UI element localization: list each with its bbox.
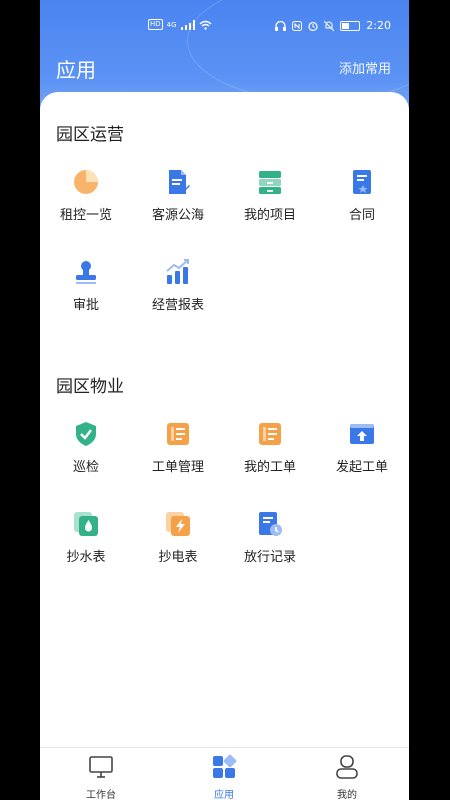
app-my-work-orders[interactable]: 我的工单: [224, 420, 316, 500]
monitor-icon: [89, 756, 113, 778]
app-inspection[interactable]: 巡检: [40, 420, 132, 500]
section-title-operations: 园区运营: [56, 125, 124, 145]
tab-label: 工作台: [86, 790, 116, 800]
work-order-icon: [167, 423, 189, 445]
battery-icon: [340, 20, 361, 31]
app-work-order-management[interactable]: 工单管理: [132, 420, 224, 500]
clock-document-icon: [259, 512, 282, 536]
phone-screen: HD 4G 2:20 应用 添加常用 园区运营 租控一览 客源公海 我的项目 合…: [40, 0, 409, 800]
pie-chart-icon: [74, 170, 98, 194]
app-water-meter[interactable]: 抄水表: [40, 510, 132, 590]
contract-icon: [353, 170, 371, 194]
section-title-property: 园区物业: [56, 377, 124, 397]
shield-check-icon: [76, 422, 96, 446]
tab-workbench[interactable]: 工作台: [56, 754, 146, 800]
app-label: 客源公海: [151, 208, 204, 223]
headset-icon: [275, 20, 287, 31]
app-label: 工单管理: [151, 460, 204, 475]
stamp-icon: [76, 261, 96, 284]
drawer-icon: [259, 171, 281, 194]
upload-window-icon: [350, 424, 374, 444]
mute-icon: [324, 20, 335, 31]
app-contract[interactable]: 合同: [316, 168, 408, 248]
status-time: 2:20: [366, 19, 391, 32]
app-release-records[interactable]: 放行记录: [224, 510, 316, 590]
tab-mine[interactable]: 我的: [302, 754, 392, 800]
app-label: 抄水表: [66, 550, 106, 565]
app-business-report[interactable]: 经营报表: [132, 258, 224, 338]
my-work-order-icon: [259, 423, 281, 445]
app-label: 我的项目: [243, 208, 296, 223]
app-label: 抄电表: [158, 550, 198, 565]
network-label: 4G: [166, 20, 177, 29]
app-label: 巡检: [72, 460, 99, 475]
hd-badge: HD: [148, 19, 163, 30]
app-customer-pool[interactable]: 客源公海: [132, 168, 224, 248]
user-icon: [336, 755, 358, 779]
apps-grid-icon: [213, 754, 237, 778]
tab-label: 我的: [337, 790, 357, 800]
app-label: 审批: [72, 298, 99, 313]
tab-apps[interactable]: 应用: [179, 754, 269, 800]
document-edit-icon: [169, 170, 190, 194]
tab-label: 应用: [214, 790, 234, 800]
nfc-icon: [292, 20, 303, 31]
app-my-projects[interactable]: 我的项目: [224, 168, 316, 248]
alarm-icon: [308, 21, 318, 31]
wifi-icon: [199, 20, 212, 30]
app-create-work-order[interactable]: 发起工单: [316, 420, 408, 500]
page-title: 应用: [56, 58, 96, 82]
app-label: 租控一览: [59, 208, 112, 223]
app-label: 合同: [348, 208, 375, 223]
add-common-button[interactable]: 添加常用: [339, 58, 391, 77]
signal-icon: [180, 19, 195, 30]
app-label: 发起工单: [335, 460, 388, 475]
app-rent-overview[interactable]: 租控一览: [40, 168, 132, 248]
status-bar: HD 4G 2:20: [40, 18, 409, 36]
app-label: 我的工单: [243, 460, 296, 475]
main-content: 园区运营 租控一览 客源公海 我的项目 合同 审批 经营报表 园区物业 巡检 工…: [40, 92, 409, 747]
app-label: 经营报表: [151, 298, 204, 313]
bar-chart-trend-icon: [166, 259, 189, 284]
water-drop-icon: [74, 512, 98, 536]
app-label: 放行记录: [243, 550, 296, 565]
lightning-icon: [166, 512, 190, 536]
app-approval[interactable]: 审批: [40, 258, 132, 338]
app-electric-meter[interactable]: 抄电表: [132, 510, 224, 590]
bottom-tab-bar: 工作台 应用 我的: [40, 747, 409, 800]
